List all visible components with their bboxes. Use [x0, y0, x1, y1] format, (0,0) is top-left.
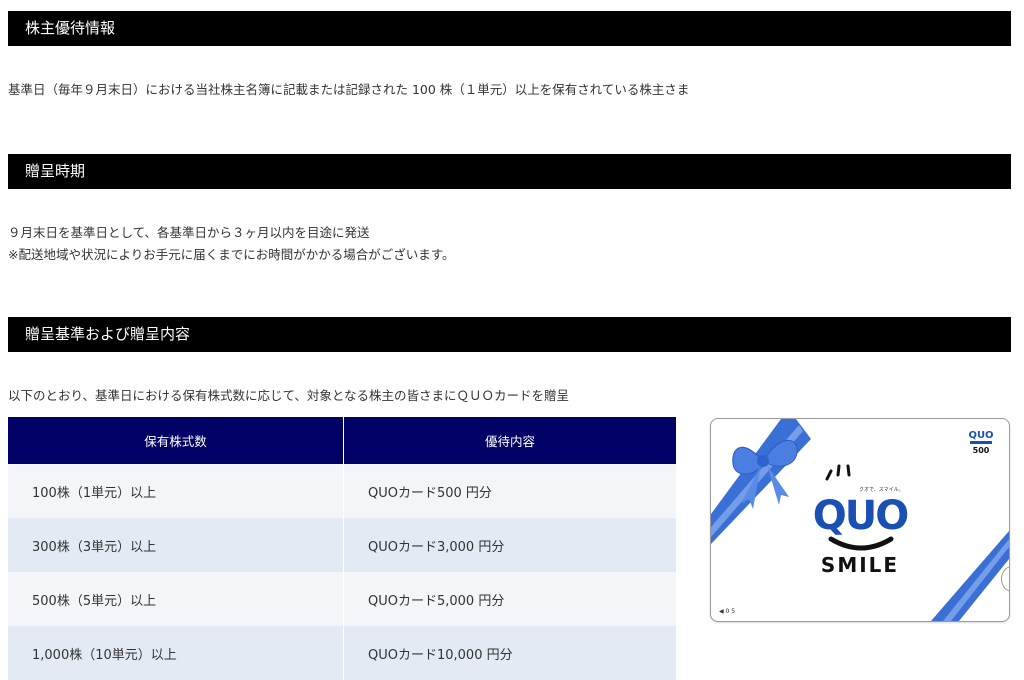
- section-title-benefit-info: 株主優待情報: [8, 11, 1011, 46]
- sparkle-mark: [846, 464, 851, 477]
- benefit-cell: QUOカード5,000 円分: [343, 572, 676, 626]
- corner-logo-bar: [970, 441, 992, 444]
- quo-card-image: クオで、スマイル。 QUO SMILE QUO 500 ◀ 0 5: [710, 418, 1010, 622]
- table-row: 500株（5単元）以上 QUOカード5,000 円分: [8, 572, 676, 626]
- section-title-timing: 贈呈時期: [8, 154, 1011, 189]
- header-shares: 保有株式数: [8, 417, 344, 464]
- card-notch: [1001, 566, 1009, 592]
- shares-cell: 1,000株（10単元）以上: [8, 626, 344, 680]
- shares-cell: 500株（5単元）以上: [8, 572, 344, 626]
- benefit-cell: QUOカード10,000 円分: [343, 626, 676, 680]
- table-row: 100株（1単元）以上 QUOカード500 円分: [8, 464, 676, 518]
- criteria-text: 以下のとおり、基準日における保有株式数に応じて、対象となる株主の皆さまにＱＵＯカ…: [8, 388, 570, 403]
- benefits-table: 保有株式数 優待内容 100株（1単元）以上 QUOカード500 円分 300株…: [8, 417, 676, 680]
- quo-card-graphic: クオで、スマイル。 QUO SMILE QUO 500 ◀ 0 5: [711, 419, 1009, 621]
- table-row: 1,000株（10単元）以上 QUOカード10,000 円分: [8, 626, 676, 680]
- shares-cell: 100株（1単元）以上: [8, 464, 344, 518]
- ribbon-knot: [757, 455, 769, 467]
- sparkle-mark: [825, 469, 833, 481]
- card-bottom-marks: ◀ 0 5: [719, 608, 735, 615]
- section-title-criteria: 贈呈基準および贈呈内容: [8, 317, 1011, 352]
- timing-text-line1: ９月末日を基準日として、各基準日から３ヶ月以内を目途に発送: [8, 225, 370, 240]
- smile-curve: [828, 536, 894, 551]
- smile-text: SMILE: [821, 553, 899, 577]
- ribbon-band-bottom: [931, 531, 1009, 621]
- sparkle-mark: [836, 464, 841, 477]
- table-row: 300株（3単元）以上 QUOカード3,000 円分: [8, 518, 676, 572]
- benefit-cell: QUOカード500 円分: [343, 464, 676, 518]
- quo-logo: QUO: [813, 493, 908, 539]
- header-benefit: 優待内容: [343, 417, 676, 464]
- table-header-row: 保有株式数 優待内容: [8, 417, 676, 464]
- eligibility-text: 基準日（毎年９月末日）における当社株主名簿に記載または記録された 100 株（１…: [8, 82, 690, 97]
- ribbon-bow-left: [732, 446, 762, 475]
- timing-text-line2: ※配送地域や状況によりお手元に届くまでにお時間がかかる場合がございます。: [8, 247, 455, 262]
- shares-cell: 300株（3単元）以上: [8, 518, 344, 572]
- corner-value: 500: [973, 446, 990, 455]
- benefit-cell: QUOカード3,000 円分: [343, 518, 676, 572]
- corner-quo-logo: QUO: [968, 430, 993, 441]
